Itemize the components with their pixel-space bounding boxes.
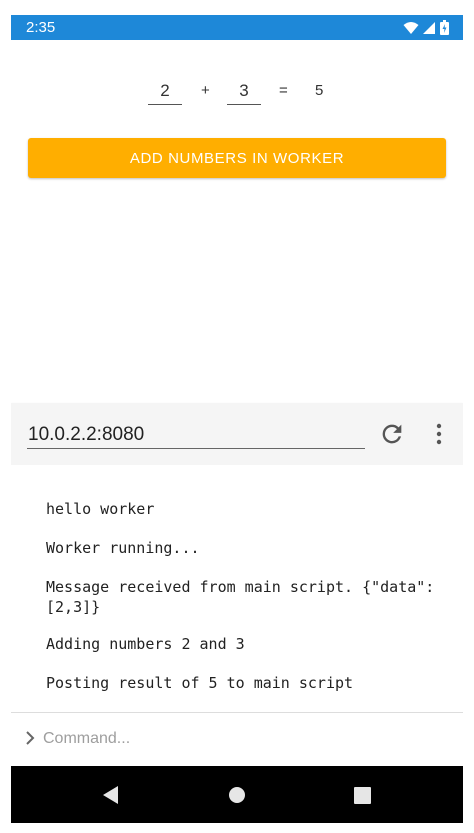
home-button[interactable] — [224, 782, 250, 808]
result-value: 5 — [315, 82, 324, 99]
recents-icon — [353, 786, 371, 804]
console-log-line: Worker running... — [46, 539, 200, 557]
recents-button[interactable] — [349, 782, 375, 808]
chevron-right-icon — [26, 731, 35, 745]
command-input[interactable] — [43, 727, 423, 751]
wifi-icon — [403, 21, 419, 34]
more-vert-icon[interactable] — [427, 420, 451, 448]
addition-form: + = 5 — [11, 78, 463, 118]
second-number-input[interactable] — [227, 78, 261, 105]
console-log-line: hello worker — [46, 500, 155, 518]
command-bar — [11, 712, 463, 766]
console-log-line: Adding numbers 2 and 3 — [46, 635, 245, 653]
back-button[interactable] — [98, 782, 124, 808]
add-numbers-button[interactable]: ADD NUMBERS IN WORKER — [28, 138, 446, 178]
reload-icon[interactable] — [378, 420, 406, 448]
address-bar: 10.0.2.2:8080 — [11, 403, 463, 465]
status-time: 2:35 — [26, 19, 56, 36]
first-number-input[interactable] — [148, 78, 182, 105]
status-bar: 2:35 — [11, 15, 463, 40]
battery-icon — [440, 20, 449, 35]
equals-sign: = — [279, 82, 288, 99]
console-output: hello worker Worker running... Message r… — [11, 465, 463, 713]
console-log-line: Posting result of 5 to main script — [46, 674, 354, 692]
console-log-line: Message received from main script. {"dat… — [46, 578, 435, 616]
back-icon — [103, 786, 118, 804]
device-screen: 2:35 + = 5 ADD NUMBERS IN WORKER — [11, 15, 463, 823]
plus-sign: + — [201, 82, 210, 99]
url-field[interactable]: 10.0.2.2:8080 — [27, 420, 365, 449]
signal-icon — [423, 21, 435, 34]
url-text: 10.0.2.2:8080 — [28, 424, 145, 445]
home-icon — [229, 787, 245, 803]
web-page: + = 5 ADD NUMBERS IN WORKER — [11, 40, 463, 403]
navigation-bar — [11, 766, 463, 823]
